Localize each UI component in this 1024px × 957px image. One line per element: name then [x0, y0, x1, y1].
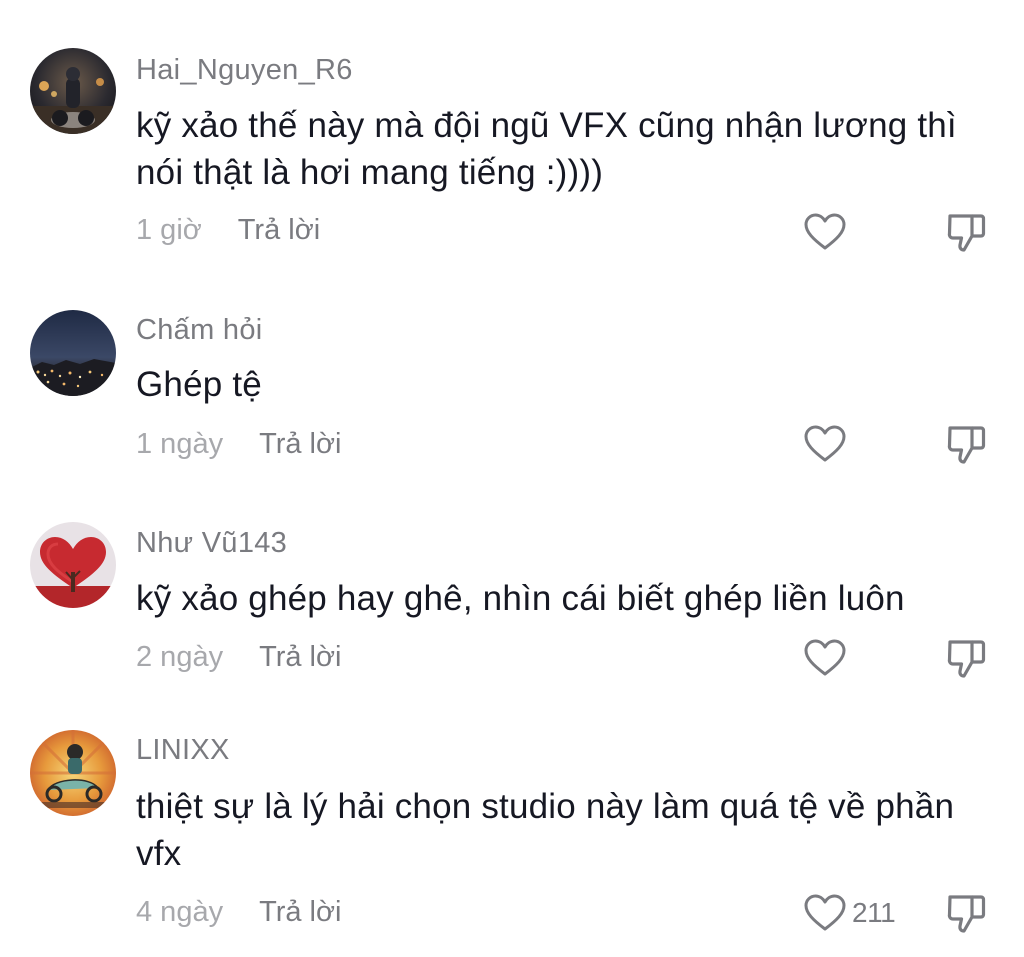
avatar[interactable]	[30, 48, 116, 134]
thumbs-down-outline-icon	[947, 214, 986, 252]
reply-button[interactable]: Trả lời	[259, 641, 341, 674]
dislike-button[interactable]	[944, 636, 988, 680]
avatar[interactable]	[30, 310, 116, 396]
heart-outline-icon	[804, 639, 846, 676]
comment-meta: 4 ngày Trả lời	[136, 896, 341, 929]
heart-outline-icon	[804, 894, 846, 931]
comment-text: thiệt sự là lý hải chọn studio này làm q…	[136, 787, 955, 873]
dislike-button[interactable]	[944, 422, 988, 466]
comment-meta: 1 giờ Trả lời	[136, 214, 320, 247]
like-button[interactable]	[804, 422, 852, 466]
thumbs-down-outline-icon	[947, 895, 986, 933]
comment-time: 1 giờ	[136, 214, 202, 246]
comment-time: 1 ngày	[136, 428, 224, 460]
reply-button[interactable]: Trả lời	[238, 214, 320, 247]
dislike-button[interactable]	[944, 210, 988, 254]
avatar[interactable]	[30, 522, 116, 608]
like-button[interactable]	[804, 210, 852, 254]
heart-outline-icon	[804, 213, 846, 250]
comment-text: Ghép tệ	[136, 365, 262, 404]
comment-meta: 2 ngày Trả lời	[136, 641, 341, 674]
retro-scooter-avatar-icon	[30, 730, 116, 816]
thumbs-down-outline-icon	[947, 640, 986, 678]
like-count: 211	[852, 897, 896, 928]
dislike-button[interactable]	[944, 891, 988, 935]
reply-button[interactable]: Trả lời	[259, 896, 341, 929]
comment-time: 4 ngày	[136, 896, 224, 928]
comment-text: kỹ xảo thế này mà đội ngũ VFX cũng nhận …	[136, 106, 957, 192]
heart-outline-icon	[804, 425, 846, 462]
heart-tree-avatar-icon	[30, 522, 116, 608]
avatar[interactable]	[30, 730, 116, 816]
comment-username[interactable]: LINIXX	[136, 734, 230, 767]
comment-username[interactable]: Như Vũ143	[136, 527, 287, 560]
thumbs-down-outline-icon	[947, 426, 986, 464]
like-button[interactable]: 211	[804, 891, 896, 935]
night-city-avatar-icon	[30, 310, 116, 396]
like-button[interactable]	[804, 636, 852, 680]
reply-button[interactable]: Trả lời	[259, 428, 341, 461]
motorcycle-night-avatar-icon	[30, 48, 116, 134]
comment-meta: 1 ngày Trả lời	[136, 428, 341, 461]
comment-username[interactable]: Hai_Nguyen_R6	[136, 54, 353, 87]
comment-text: kỹ xảo ghép hay ghê, nhìn cái biết ghép …	[136, 579, 905, 618]
comment-time: 2 ngày	[136, 641, 224, 673]
comment-username[interactable]: Chấm hỏi	[136, 314, 263, 347]
